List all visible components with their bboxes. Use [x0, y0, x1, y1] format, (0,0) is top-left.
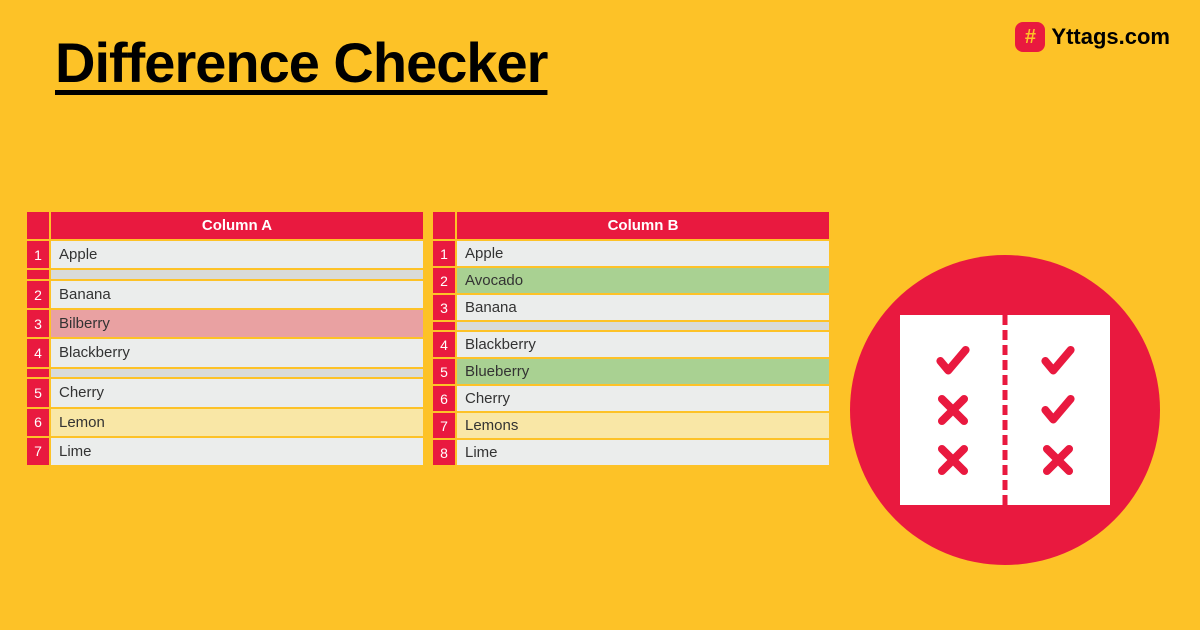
row-value: Lime	[457, 440, 829, 465]
column-b-numhead	[433, 212, 455, 239]
row-value: Lemons	[457, 413, 829, 438]
table-row: 8Lime	[433, 440, 829, 465]
row-number: 7	[27, 438, 49, 465]
row-number	[433, 322, 455, 330]
row-number: 3	[27, 310, 49, 337]
row-number: 3	[433, 295, 455, 320]
table-row: 7Lime	[27, 438, 423, 465]
row-value: Lemon	[51, 409, 423, 436]
column-b-table: Column B 1Apple2Avocado3Banana4Blackberr…	[431, 210, 831, 467]
illustration-circle	[850, 255, 1160, 565]
page-title: Difference Checker	[55, 30, 547, 95]
row-value: Bilberry	[51, 310, 423, 337]
row-number: 2	[433, 268, 455, 293]
row-number: 5	[433, 359, 455, 384]
comparison-book-icon	[900, 315, 1110, 505]
check-icon	[934, 342, 972, 380]
row-number	[27, 270, 49, 279]
row-number: 6	[433, 386, 455, 411]
table-row: 2Banana	[27, 281, 423, 308]
table-row: 6Lemon	[27, 409, 423, 436]
row-number: 1	[433, 241, 455, 266]
row-value: Apple	[51, 241, 423, 268]
book-left-page	[900, 315, 1005, 505]
row-value: Blackberry	[51, 339, 423, 366]
row-number: 4	[433, 332, 455, 357]
table-row	[433, 322, 829, 330]
row-number	[27, 369, 49, 378]
row-value	[457, 322, 829, 330]
brand: # Yttags.com	[1015, 22, 1170, 52]
table-row: 4Blackberry	[27, 339, 423, 366]
table-row: 5Blueberry	[433, 359, 829, 384]
table-row	[27, 369, 423, 378]
table-row	[27, 270, 423, 279]
row-value: Lime	[51, 438, 423, 465]
check-icon	[1039, 391, 1077, 429]
row-value: Banana	[457, 295, 829, 320]
check-icon	[1039, 342, 1077, 380]
x-icon	[934, 441, 972, 479]
row-value: Avocado	[457, 268, 829, 293]
brand-name: Yttags.com	[1051, 24, 1170, 50]
table-row: 1Apple	[433, 241, 829, 266]
row-number: 7	[433, 413, 455, 438]
hashtag-icon: #	[1015, 22, 1045, 52]
column-a-body: 1Apple2Banana3Bilberry4Blackberry5Cherry…	[27, 241, 423, 465]
table-row: 1Apple	[27, 241, 423, 268]
row-value: Cherry	[457, 386, 829, 411]
book-right-page	[1005, 315, 1110, 505]
row-value: Apple	[457, 241, 829, 266]
table-row: 7Lemons	[433, 413, 829, 438]
table-row: 5Cherry	[27, 379, 423, 406]
x-icon	[1039, 441, 1077, 479]
row-number: 2	[27, 281, 49, 308]
column-a-numhead	[27, 212, 49, 239]
row-value	[51, 270, 423, 279]
row-value: Blackberry	[457, 332, 829, 357]
row-number: 4	[27, 339, 49, 366]
column-a-header: Column A	[51, 212, 423, 239]
row-value: Blueberry	[457, 359, 829, 384]
table-row: 4Blackberry	[433, 332, 829, 357]
table-row: 3Bilberry	[27, 310, 423, 337]
table-row: 3Banana	[433, 295, 829, 320]
row-value: Banana	[51, 281, 423, 308]
x-icon	[934, 391, 972, 429]
row-value: Cherry	[51, 379, 423, 406]
table-row: 6Cherry	[433, 386, 829, 411]
row-number: 8	[433, 440, 455, 465]
row-number: 5	[27, 379, 49, 406]
table-row: 2Avocado	[433, 268, 829, 293]
column-b-header: Column B	[457, 212, 829, 239]
row-value	[51, 369, 423, 378]
diff-tables: Column A 1Apple2Banana3Bilberry4Blackber…	[25, 210, 831, 467]
row-number: 1	[27, 241, 49, 268]
column-b-body: 1Apple2Avocado3Banana4Blackberry5Blueber…	[433, 241, 829, 465]
row-number: 6	[27, 409, 49, 436]
column-a-table: Column A 1Apple2Banana3Bilberry4Blackber…	[25, 210, 425, 467]
